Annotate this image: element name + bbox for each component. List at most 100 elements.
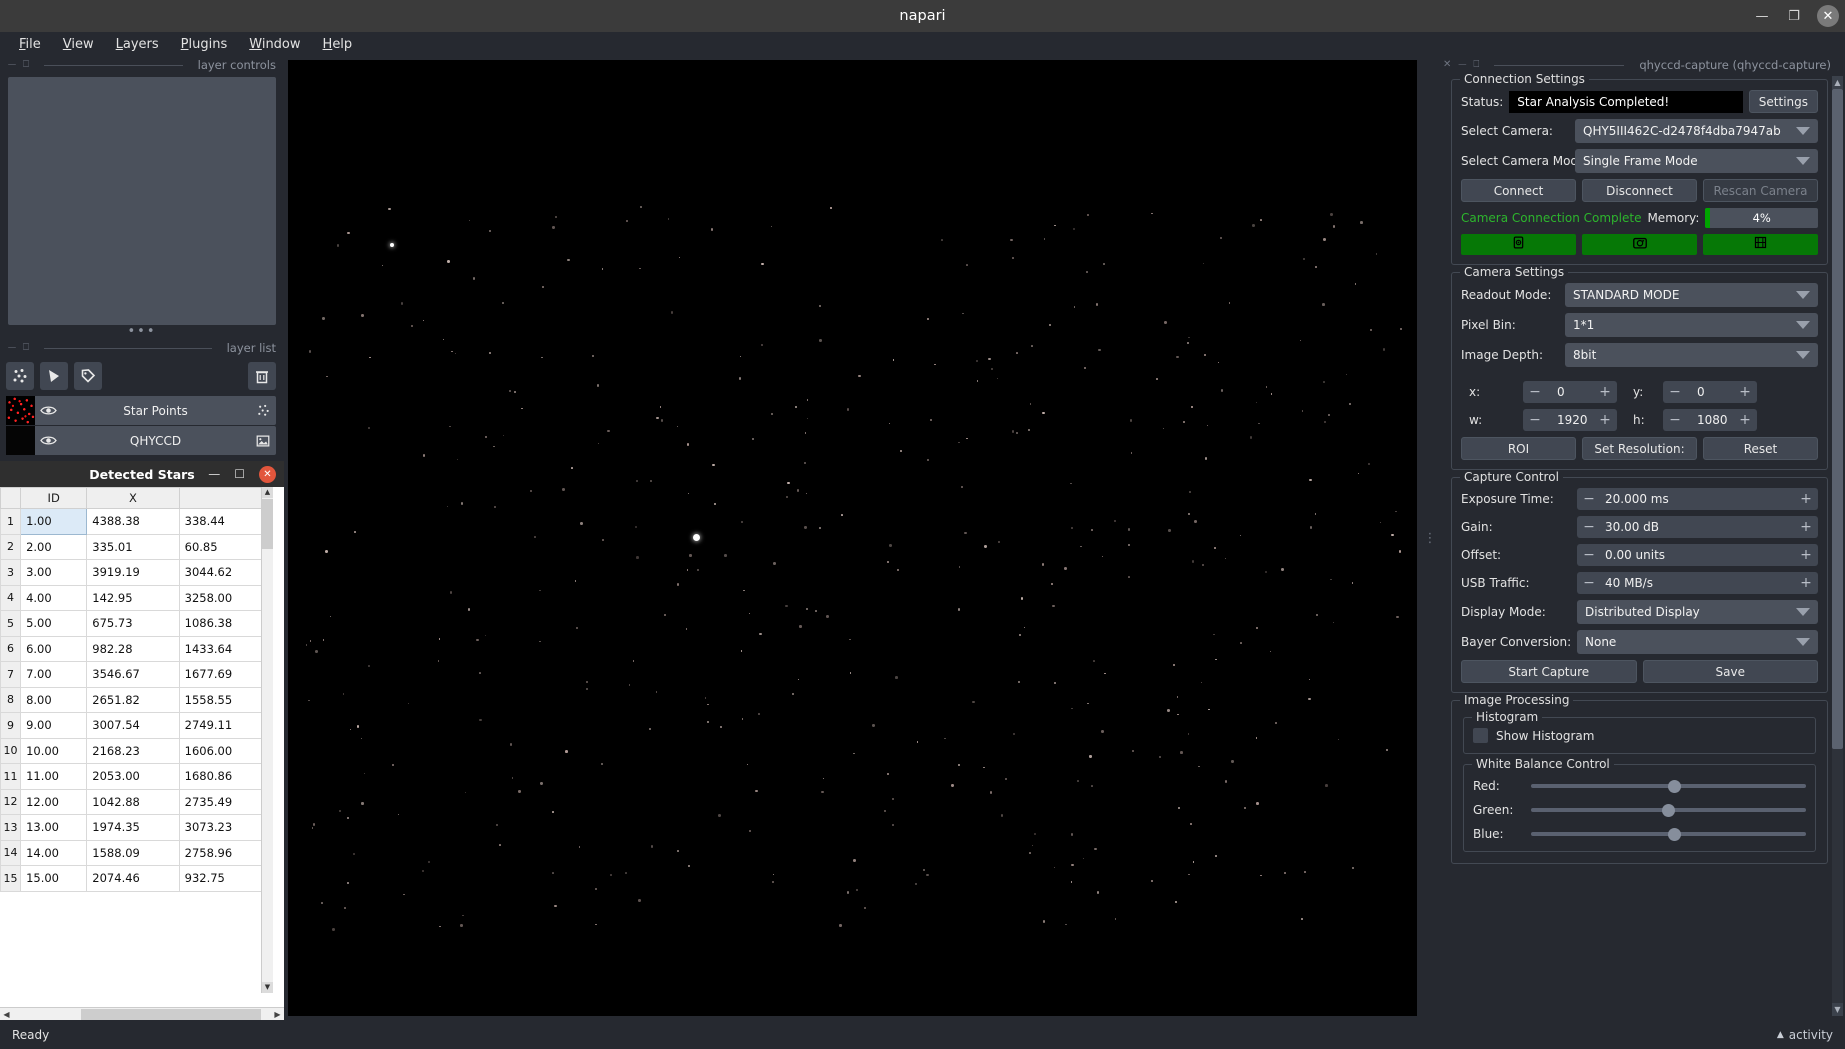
roi-x-stepper[interactable]: − 0 +: [1523, 381, 1617, 403]
rescan-camera-button[interactable]: Rescan Camera: [1703, 179, 1818, 202]
increment-icon[interactable]: +: [1733, 384, 1757, 400]
minimize-icon[interactable]: —: [1747, 3, 1777, 29]
roi-h-stepper[interactable]: − 1080 +: [1663, 409, 1757, 431]
roi-y-stepper[interactable]: − 0 +: [1663, 381, 1757, 403]
show-histogram-row[interactable]: Show Histogram: [1473, 728, 1806, 743]
cell-x[interactable]: 2053.00: [86, 763, 180, 790]
cell-x[interactable]: 3919.19: [86, 559, 180, 586]
roi-h-value[interactable]: 1080: [1687, 413, 1733, 427]
save-button[interactable]: Save: [1642, 660, 1818, 683]
cell-y[interactable]: 3258.00: [178, 584, 273, 611]
hscroll-thumb[interactable]: [81, 1008, 261, 1020]
layer-visibility-toggle[interactable]: [35, 434, 61, 447]
menu-layers[interactable]: Layers: [105, 35, 170, 54]
table-row[interactable]: 6 6.00 982.28 1433.64: [0, 635, 273, 662]
cell-id[interactable]: 3.00: [20, 559, 88, 586]
menu-help[interactable]: Help: [312, 35, 364, 54]
detected-stars-table[interactable]: ID X 1 1.00 4388.38 338.44 2 2.00 335.01…: [0, 487, 273, 892]
scroll-thumb[interactable]: [262, 499, 273, 549]
undock-icon[interactable]: ⎕: [1473, 60, 1479, 70]
readout-mode-dropdown[interactable]: STANDARD MODE: [1565, 283, 1818, 307]
menu-view[interactable]: View: [52, 35, 105, 54]
scroll-down-icon[interactable]: ▼: [262, 982, 273, 993]
cell-x[interactable]: 1974.35: [86, 814, 180, 841]
offset-stepper[interactable]: − 0.00 units +: [1577, 544, 1818, 566]
single-capture-button[interactable]: [1461, 234, 1576, 255]
column-header-id[interactable]: ID: [20, 487, 88, 509]
show-histogram-checkbox[interactable]: [1473, 728, 1488, 743]
image-canvas[interactable]: [288, 60, 1417, 1016]
blue-slider[interactable]: [1531, 825, 1806, 843]
pixel-bin-dropdown[interactable]: 1*1: [1565, 313, 1818, 337]
minimize-icon[interactable]: —: [208, 467, 220, 481]
cell-x[interactable]: 1588.09: [86, 839, 180, 866]
delete-layer-button[interactable]: [248, 362, 276, 390]
scroll-thumb[interactable]: [1832, 89, 1843, 749]
cell-y[interactable]: 338.44: [178, 508, 273, 535]
column-header-y[interactable]: [178, 487, 273, 509]
decrement-icon[interactable]: −: [1523, 412, 1547, 428]
table-horizontal-scrollbar[interactable]: ◀ ▶: [0, 1007, 284, 1020]
increment-icon[interactable]: +: [1593, 384, 1617, 400]
scroll-up-icon[interactable]: ▲: [262, 487, 273, 498]
exposure-stepper[interactable]: − 20.000 ms +: [1577, 488, 1818, 510]
connect-button[interactable]: Connect: [1461, 179, 1576, 202]
cell-id[interactable]: 8.00: [20, 686, 88, 713]
cell-id[interactable]: 12.00: [20, 788, 88, 815]
increment-icon[interactable]: +: [1733, 412, 1757, 428]
table-row[interactable]: 9 9.00 3007.54 2749.11: [0, 712, 273, 739]
decrement-icon[interactable]: −: [1663, 384, 1687, 400]
offset-value[interactable]: 0.00 units: [1601, 548, 1794, 562]
cell-y[interactable]: 932.75: [178, 865, 273, 892]
close-icon[interactable]: ✕: [259, 465, 276, 483]
cell-x[interactable]: 2651.82: [86, 686, 180, 713]
cell-id[interactable]: 5.00: [20, 610, 88, 637]
layer-visibility-toggle[interactable]: [35, 404, 61, 417]
cell-y[interactable]: 1433.64: [178, 635, 273, 662]
roi-y-value[interactable]: 0: [1687, 385, 1733, 399]
decrement-icon[interactable]: −: [1577, 519, 1601, 535]
slider-knob[interactable]: [1662, 803, 1675, 817]
cell-id[interactable]: 13.00: [20, 814, 88, 841]
start-capture-button[interactable]: Start Capture: [1461, 660, 1637, 683]
scroll-down-icon[interactable]: ▼: [1832, 1003, 1843, 1016]
cell-y[interactable]: 60.85: [178, 533, 273, 560]
cell-x[interactable]: 2074.46: [86, 865, 180, 892]
menu-file[interactable]: File: [8, 35, 52, 54]
cell-y[interactable]: 1086.38: [178, 610, 273, 637]
cell-id[interactable]: 1.00: [20, 508, 88, 535]
cell-x[interactable]: 142.95: [86, 584, 180, 611]
decrement-icon[interactable]: −: [1523, 384, 1547, 400]
video-capture-button[interactable]: [1703, 234, 1818, 255]
image-depth-dropdown[interactable]: 8bit: [1565, 343, 1818, 367]
increment-icon[interactable]: +: [1593, 412, 1617, 428]
column-header-x[interactable]: X: [86, 487, 180, 509]
slider-knob[interactable]: [1667, 827, 1681, 841]
right-panel-scrollbar[interactable]: ▲ ▼: [1832, 76, 1843, 1016]
new-points-layer-button[interactable]: [6, 362, 34, 390]
cell-x[interactable]: 2168.23: [86, 737, 180, 764]
gain-value[interactable]: 30.00 dB: [1601, 520, 1794, 534]
cell-x[interactable]: 3007.54: [86, 712, 180, 739]
disconnect-button[interactable]: Disconnect: [1582, 179, 1697, 202]
table-row[interactable]: 2 2.00 335.01 60.85: [0, 533, 273, 560]
exposure-value[interactable]: 20.000 ms: [1601, 492, 1794, 506]
table-row[interactable]: 10 10.00 2168.23 1606.00: [0, 737, 273, 764]
maximize-icon[interactable]: ☐: [234, 467, 245, 481]
undock-icon[interactable]: ⎕: [23, 60, 29, 70]
slider-knob[interactable]: [1667, 779, 1681, 793]
decrement-icon[interactable]: −: [1663, 412, 1687, 428]
cell-id[interactable]: 6.00: [20, 635, 88, 662]
gain-stepper[interactable]: − 30.00 dB +: [1577, 516, 1818, 538]
new-shapes-layer-button[interactable]: [40, 362, 68, 390]
table-row[interactable]: 11 11.00 2053.00 1680.86: [0, 763, 273, 790]
bayer-conversion-dropdown[interactable]: None: [1577, 630, 1818, 654]
decrement-icon[interactable]: −: [1577, 491, 1601, 507]
table-row[interactable]: 8 8.00 2651.82 1558.55: [0, 686, 273, 713]
table-row[interactable]: 13 13.00 1974.35 3073.23: [0, 814, 273, 841]
cell-id[interactable]: 4.00: [20, 584, 88, 611]
increment-icon[interactable]: +: [1794, 519, 1818, 535]
cell-id[interactable]: 10.00: [20, 737, 88, 764]
cell-y[interactable]: 1558.55: [178, 686, 273, 713]
activity-button[interactable]: ▲ activity: [1777, 1028, 1833, 1042]
